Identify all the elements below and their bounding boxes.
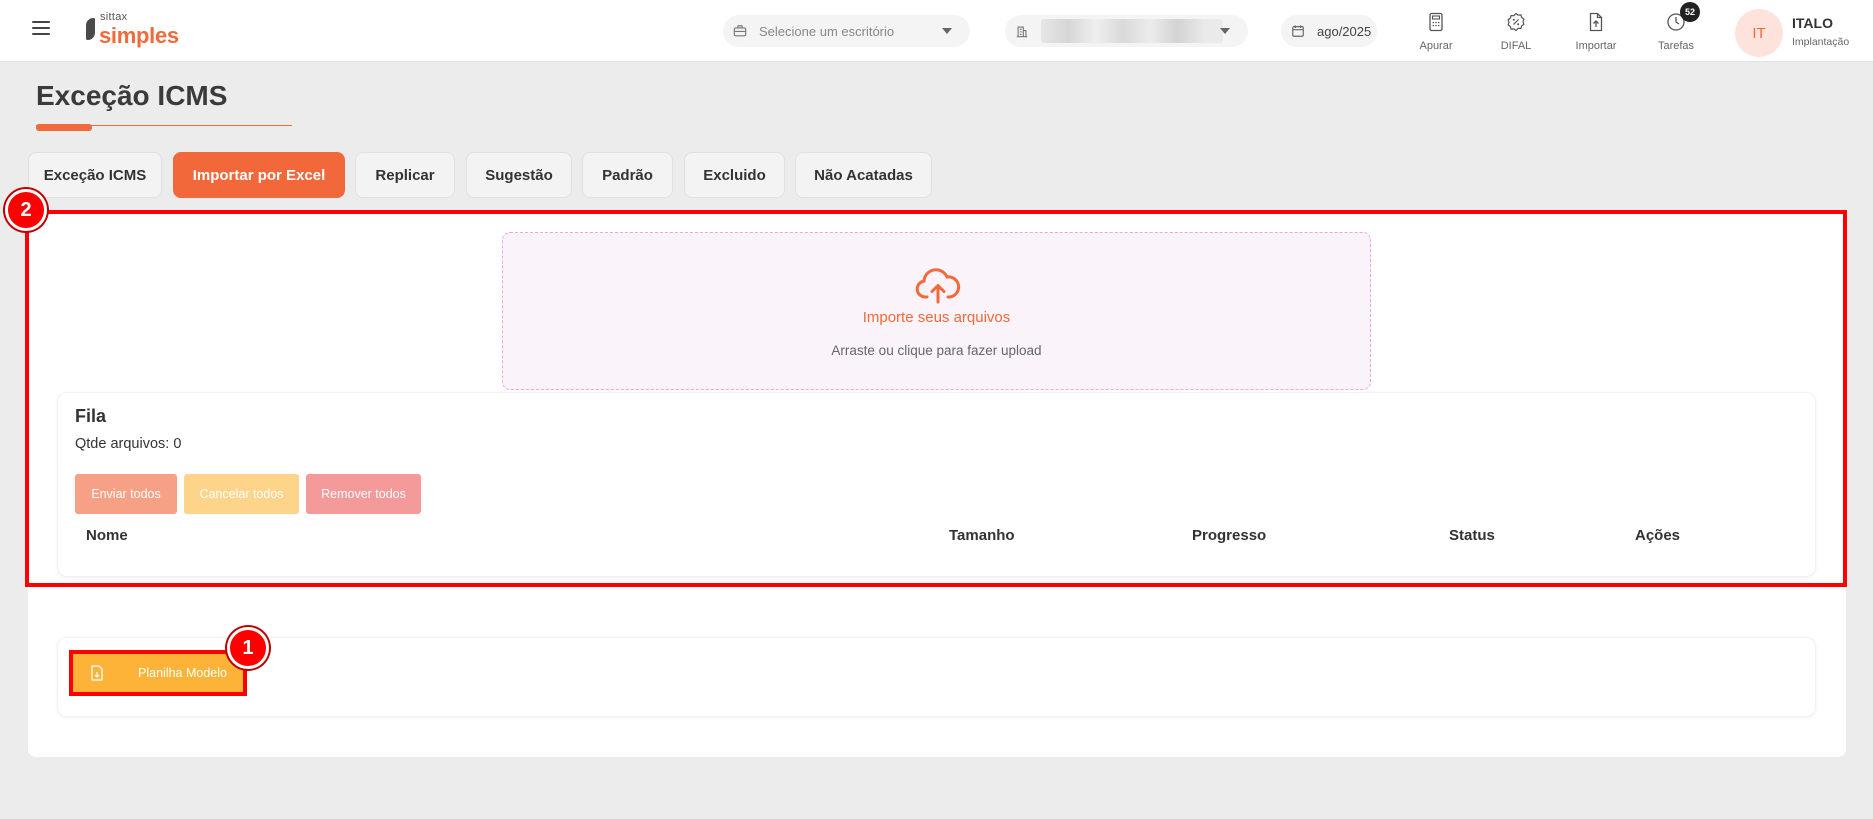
difal-button[interactable]: DIFAL	[1486, 10, 1546, 56]
annotation-box-2	[25, 210, 1847, 587]
annotation-box-1	[69, 650, 247, 696]
tab-sugestao[interactable]: Sugestão	[466, 152, 572, 198]
chevron-down-icon	[1220, 28, 1230, 34]
office-select-placeholder: Selecione um escritório	[759, 23, 895, 39]
calendar-icon	[1292, 25, 1304, 37]
tasks-count-badge: 52	[1680, 2, 1700, 22]
template-card	[57, 637, 1816, 717]
file-upload-icon	[1589, 12, 1603, 32]
percent-badge-icon	[1507, 12, 1525, 32]
page-title: Exceção ICMS	[36, 80, 228, 111]
user-avatar[interactable]: IT	[1735, 9, 1783, 57]
logo[interactable]: sittax simples	[86, 11, 186, 49]
top-header: sittax simples Selecione um escritório a…	[0, 0, 1873, 62]
tab-padrao[interactable]: Padrão	[582, 152, 673, 198]
tarefas-label: Tarefas	[1657, 40, 1695, 52]
tab-importar-por-excel[interactable]: Importar por Excel	[173, 152, 345, 198]
tab-excecao-icms[interactable]: Exceção ICMS	[28, 152, 162, 198]
period-value: ago/2025	[1317, 23, 1372, 39]
office-select[interactable]: Selecione um escritório	[723, 15, 970, 47]
difal-label: DIFAL	[1500, 40, 1532, 52]
tab-replicar[interactable]: Replicar	[355, 152, 455, 198]
tab-excluido[interactable]: Excluido	[684, 152, 785, 198]
annotation-marker-2: 2	[5, 189, 47, 231]
company-name-redacted	[1041, 19, 1223, 43]
menu-icon[interactable]	[32, 21, 50, 35]
apurar-label: Apurar	[1419, 40, 1453, 52]
user-role: Implantação	[1792, 36, 1850, 48]
annotation-marker-1: 1	[227, 627, 269, 669]
user-name: ITALO	[1792, 15, 1833, 31]
tarefas-button[interactable]: 52 Tarefas	[1646, 2, 1706, 56]
importar-button[interactable]: Importar	[1566, 10, 1626, 56]
apurar-button[interactable]: Apurar	[1406, 10, 1466, 56]
company-select[interactable]	[1005, 15, 1248, 47]
logo-big-text: simples	[99, 23, 179, 48]
briefcase-icon	[733, 25, 747, 37]
period-select[interactable]: ago/2025	[1281, 15, 1377, 47]
chevron-down-icon	[942, 28, 952, 34]
importar-label: Importar	[1575, 40, 1617, 52]
logo-leaf-icon	[86, 18, 95, 40]
title-underline-accent	[36, 124, 92, 131]
calculator-icon	[1429, 12, 1443, 32]
building-icon	[1016, 26, 1028, 38]
tab-nao-acatadas[interactable]: Não Acatadas	[795, 152, 932, 198]
logo-small-text: sittax	[100, 11, 128, 23]
